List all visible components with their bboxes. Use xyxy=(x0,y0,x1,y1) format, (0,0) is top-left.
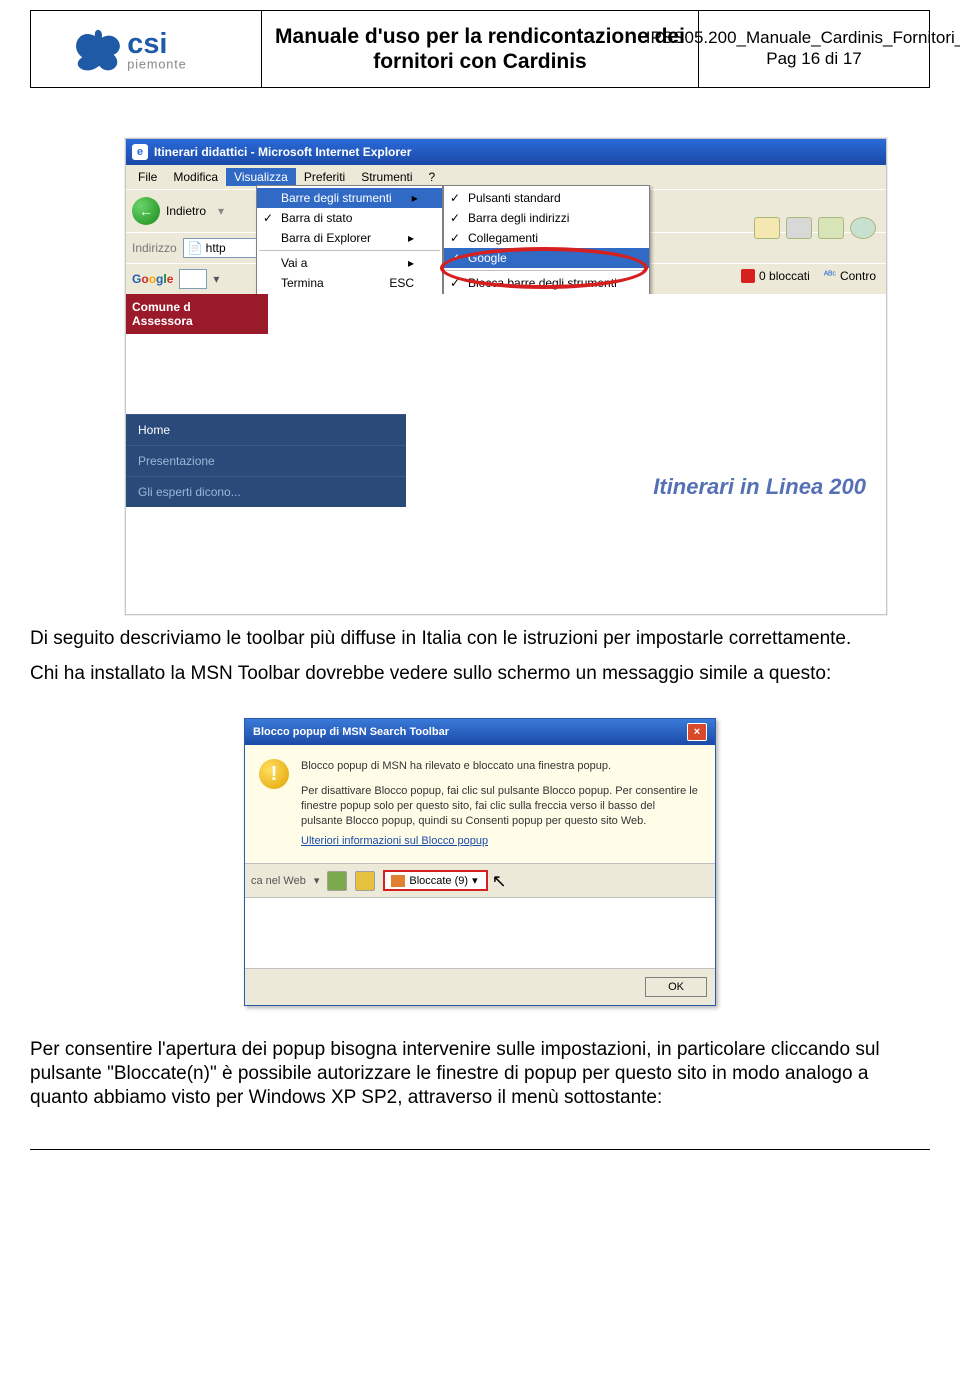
menu-modifica[interactable]: Modifica xyxy=(165,168,226,186)
svg-text:csi: csi xyxy=(127,28,167,60)
address-value: http xyxy=(206,241,226,255)
chevron-down-icon: ▾ xyxy=(472,874,478,887)
shield-icon xyxy=(741,269,755,283)
back-button-icon[interactable]: ← xyxy=(132,197,160,225)
nav-home[interactable]: Home xyxy=(126,414,406,445)
dd2-colleg[interactable]: Collegamenti xyxy=(444,228,649,248)
dd-vai-a[interactable]: Vai a▸ xyxy=(257,253,442,273)
messenger-icon[interactable] xyxy=(850,217,876,239)
msn-toolbar: ca nel Web ▾ Bloccate (9) ▾ ↖ xyxy=(245,863,715,897)
menu-strumenti[interactable]: Strumenti xyxy=(353,168,420,186)
google-dropdown-icon[interactable]: ▾ xyxy=(213,272,219,286)
bloccate-button[interactable]: Bloccate (9) ▾ xyxy=(383,870,487,891)
mail-icon[interactable] xyxy=(754,217,780,239)
close-button[interactable]: × xyxy=(687,723,707,741)
msn-title-text: Blocco popup di MSN Search Toolbar xyxy=(253,726,449,738)
print-icon[interactable] xyxy=(786,217,812,239)
google-blocked[interactable]: 0 bloccati ᴬᴮᶜ Contro xyxy=(741,269,876,283)
msn-icon-1[interactable] xyxy=(327,871,347,891)
assess-text: Assessora xyxy=(132,314,262,328)
paragraph-3: Per consentire l'apertura dei popup biso… xyxy=(30,1038,930,1109)
dd-termina[interactable]: TerminaESC xyxy=(257,273,442,293)
msn-body: ! Blocco popup di MSN ha rilevato e bloc… xyxy=(245,745,715,863)
dd-barre-strumenti[interactable]: Barre degli strumenti▸ xyxy=(257,188,442,208)
ie-logo-icon: e xyxy=(132,144,148,160)
dd-barra-stato[interactable]: Barra di stato xyxy=(257,208,442,228)
dd2-pulsanti[interactable]: Pulsanti standard xyxy=(444,188,649,208)
msn-popup-dialog: Blocco popup di MSN Search Toolbar × ! B… xyxy=(244,718,716,1006)
toolbar-right-icons xyxy=(754,217,876,239)
bloccate-label: Bloccate (9) xyxy=(409,875,468,887)
chevron-down-icon[interactable]: ▾ xyxy=(314,874,320,887)
msn-web-label: ca nel Web xyxy=(251,875,306,887)
abc-icon: ᴬᴮᶜ xyxy=(824,270,836,281)
msn-line2: Per disattivare Blocco popup, fai clic s… xyxy=(301,784,699,829)
document-header: csi piemonte Manuale d'uso per la rendic… xyxy=(30,10,930,88)
red-side-panel: Comune d Assessora xyxy=(126,294,268,335)
paragraph-2: Chi ha installato la MSN Toolbar dovrebb… xyxy=(30,662,930,686)
google-search-box[interactable] xyxy=(179,269,207,289)
menu-preferiti[interactable]: Preferiti xyxy=(296,168,353,186)
dd2-indirizzi[interactable]: Barra degli indirizzi xyxy=(444,208,649,228)
google-brand: Google xyxy=(132,272,173,286)
address-input[interactable]: 📄 http xyxy=(183,238,263,258)
controllo-label: Contro xyxy=(840,269,876,283)
dd2-blocca[interactable]: Blocca barre degli strumenti xyxy=(444,273,649,293)
dd2-google[interactable]: Google xyxy=(444,248,649,268)
nav-presentazione[interactable]: Presentazione xyxy=(126,445,406,476)
edit-icon[interactable] xyxy=(818,217,844,239)
warning-icon: ! xyxy=(259,759,289,789)
header-meta: IPSS05.200_Manuale_Cardinis_Fornitori_v2… xyxy=(699,11,929,87)
back-label: Indietro xyxy=(166,204,206,218)
comune-text: Comune d xyxy=(132,300,262,314)
msn-icon-2[interactable] xyxy=(355,871,375,891)
dd-barra-explorer[interactable]: Barra di Explorer▸ xyxy=(257,228,442,248)
ie-screenshot: e Itinerari didattici - Microsoft Intern… xyxy=(125,138,887,615)
ie-titlebar: e Itinerari didattici - Microsoft Intern… xyxy=(126,139,886,165)
menu-file[interactable]: File xyxy=(130,168,165,186)
msn-line1: Blocco popup di MSN ha rilevato e blocca… xyxy=(301,759,699,774)
header-logo-cell: csi piemonte xyxy=(31,11,262,87)
ok-button[interactable]: OK xyxy=(645,977,707,997)
menu-help[interactable]: ? xyxy=(421,168,444,186)
svg-text:piemonte: piemonte xyxy=(127,56,186,71)
msn-titlebar: Blocco popup di MSN Search Toolbar × xyxy=(245,719,715,745)
csi-logo: csi piemonte xyxy=(61,19,231,79)
page-heading: Itinerari in Linea 200 xyxy=(653,474,866,500)
doc-ref: IPSS05.200_Manuale_Cardinis_Fornitori_v2 xyxy=(646,28,960,48)
ie-title-text: Itinerari didattici - Microsoft Internet… xyxy=(154,145,411,159)
address-label: Indirizzo xyxy=(132,241,177,255)
msn-footer: OK xyxy=(245,968,715,1005)
ie-page-content: Comune d Assessora Home Presentazione Gl… xyxy=(126,294,886,614)
side-nav: Home Presentazione Gli esperti dicono... xyxy=(126,414,406,507)
footer-rule xyxy=(30,1149,930,1150)
nav-esperti[interactable]: Gli esperti dicono... xyxy=(126,476,406,507)
blocked-count: 0 bloccati xyxy=(759,269,810,283)
header-title: Manuale d'uso per la rendicontazione dei… xyxy=(262,11,699,87)
msn-blank-area xyxy=(245,897,715,968)
paragraph-1: Di seguito descriviamo le toolbar più di… xyxy=(30,627,930,651)
page-info: Pag 16 di 17 xyxy=(766,49,861,69)
msn-more-link[interactable]: Ulteriori informazioni sul Blocco popup xyxy=(301,834,699,849)
menu-visualizza[interactable]: Visualizza xyxy=(226,168,296,186)
popup-block-icon xyxy=(391,875,405,887)
ie-page-icon: 📄 xyxy=(188,241,203,255)
toolbar-sep: ▾ xyxy=(218,204,224,218)
